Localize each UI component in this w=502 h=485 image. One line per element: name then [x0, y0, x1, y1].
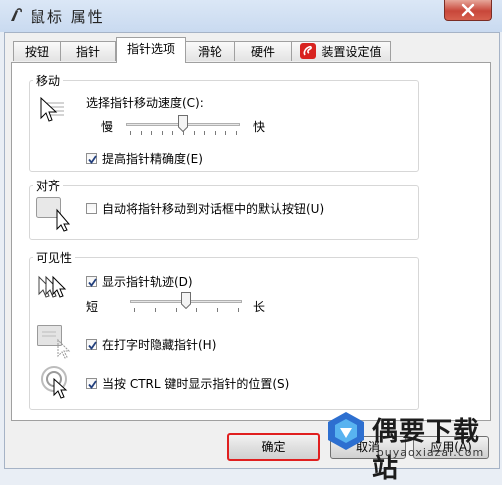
long-label: 长 — [253, 300, 266, 314]
slider-tick — [238, 308, 239, 312]
speed-slider-thumb[interactable] — [178, 115, 188, 132]
pointer-trails-icon — [38, 275, 67, 298]
slider-tick — [225, 131, 226, 135]
close-button[interactable] — [444, 0, 492, 21]
precision-checkbox[interactable] — [86, 153, 97, 164]
slider-tick — [172, 131, 173, 135]
checkmark-icon — [88, 155, 97, 164]
slider-tick — [194, 131, 195, 135]
slider-tick — [236, 131, 237, 135]
close-icon — [461, 3, 475, 17]
slider-tick — [134, 308, 135, 312]
ctrl-locate-icon — [41, 366, 68, 399]
watermark-url: ouyaoxiazai.com — [377, 446, 485, 459]
checkmark-icon — [88, 278, 97, 287]
trails-label[interactable]: 显示指针轨迹(D) — [102, 273, 193, 290]
snap-label[interactable]: 自动将指针移动到对话框中的默认按钮(U) — [102, 200, 324, 217]
fast-label: 快 — [253, 120, 266, 134]
checkmark-icon — [88, 341, 97, 350]
hide-label[interactable]: 在打字时隐藏指针(H) — [102, 336, 216, 353]
hide-pointer-icon — [37, 325, 71, 359]
slider-tick — [162, 131, 163, 135]
window-title: 鼠标 属性 — [30, 8, 105, 26]
snap-to-icon — [36, 197, 71, 232]
pointer-speed-icon — [40, 96, 64, 122]
tab-wheel[interactable]: 滑轮 — [185, 41, 235, 61]
slider-tick — [151, 131, 152, 135]
ctrl-label[interactable]: 当按 CTRL 键时显示指针的位置(S) — [102, 375, 289, 392]
mouse-app-icon — [11, 8, 22, 21]
slider-tick — [215, 131, 216, 135]
motion-group-label: 移动 — [33, 72, 64, 89]
tab-pointers[interactable]: 指针 — [60, 41, 116, 61]
short-label: 短 — [86, 300, 99, 314]
slider-tick — [130, 131, 131, 135]
snapto-group-label: 对齐 — [33, 177, 64, 194]
slider-tick — [217, 308, 218, 312]
tab-hardware[interactable]: 硬件 — [234, 41, 292, 61]
speed-label: 选择指针移动速度(C): — [86, 96, 204, 110]
tab-buttons[interactable]: 按钮 — [13, 41, 61, 61]
tab-pointer-options[interactable]: 指针选项 — [116, 37, 186, 63]
hide-checkbox[interactable] — [86, 339, 97, 350]
ok-button[interactable]: 确定 — [227, 433, 320, 461]
tab-device-settings[interactable]: 装置设定值 — [291, 41, 391, 61]
watermark-logo-icon — [328, 412, 364, 450]
synaptics-logo-icon — [300, 43, 317, 59]
slider-tick — [196, 308, 197, 312]
ctrl-checkbox[interactable] — [86, 378, 97, 389]
visibility-group-label: 可见性 — [33, 249, 76, 266]
snap-checkbox[interactable] — [86, 203, 97, 214]
slider-tick — [141, 131, 142, 135]
trails-slider-thumb[interactable] — [181, 292, 191, 309]
trails-checkbox[interactable] — [86, 276, 97, 287]
precision-label[interactable]: 提高指针精确度(E) — [102, 150, 203, 167]
slider-tick — [155, 308, 156, 312]
slow-label: 慢 — [101, 120, 114, 134]
checkmark-icon — [88, 380, 97, 389]
slider-tick — [204, 131, 205, 135]
slider-tick — [176, 308, 177, 312]
